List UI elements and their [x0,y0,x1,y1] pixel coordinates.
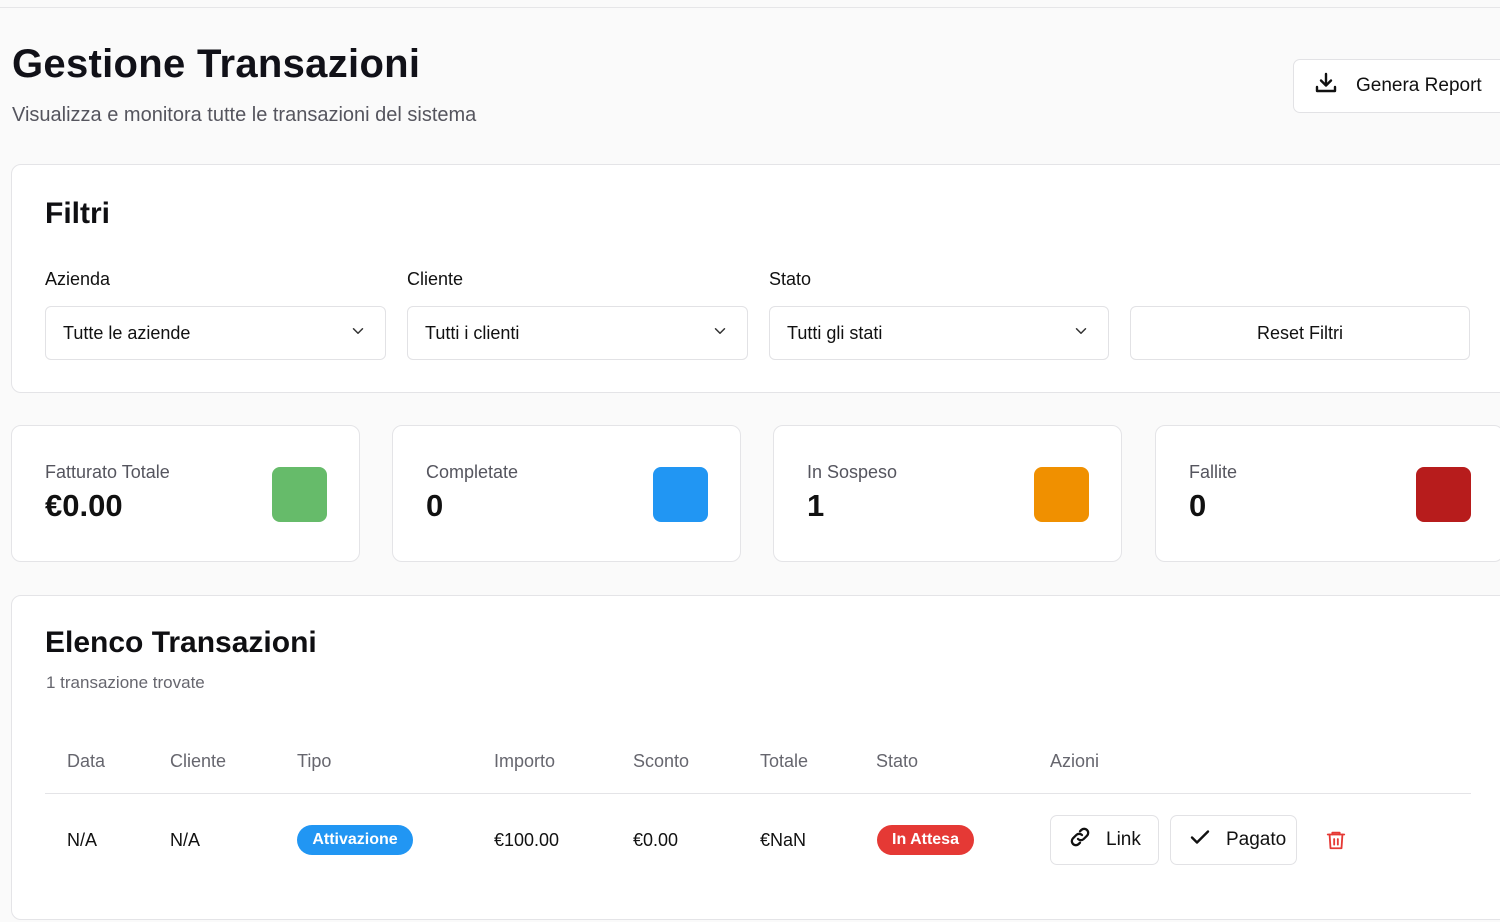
stat-value: €0.00 [45,488,123,523]
company-select[interactable]: Tutte le aziende [45,306,386,360]
chevron-down-icon [1072,322,1090,345]
stat-label: In Sospeso [807,462,898,482]
filters-card: Filtri Azienda Tutte le aziende Cliente … [11,164,1500,393]
column-header: Data [67,751,106,771]
transactions-card: Elenco Transazioni 1 transazione trovate… [11,595,1500,920]
stat-value: 0 [1189,488,1207,523]
chevron-down-icon [711,322,729,345]
link-icon [1068,825,1092,855]
stat-value: 1 [807,488,825,523]
cell-amount: €100.00 [494,830,560,850]
cell-discount: €0.00 [633,830,679,850]
stat-label: Completate [426,462,519,482]
client-select[interactable]: Tutti i clienti [407,306,748,360]
stat-label: Fatturato Totale [45,462,170,482]
transactions-title: Elenco Transazioni [45,626,317,659]
stat-color-box [653,467,708,522]
mark-paid-button[interactable]: Pagato [1170,815,1297,865]
mark-paid-label: Pagato [1226,829,1287,850]
company-filter-label: Azienda [45,269,111,289]
cell-client: N/A [170,830,201,850]
download-icon [1314,71,1338,101]
column-header: Totale [760,751,809,771]
table-header-divider [45,793,1471,794]
column-header: Sconto [633,751,690,771]
company-select-value: Tutte le aziende [63,322,191,343]
column-header: Tipo [297,751,332,771]
status-select[interactable]: Tutti gli stati [769,306,1109,360]
reset-filters-button[interactable]: Reset Filtri [1130,306,1470,360]
transactions-count: 1 transazione trovate [46,673,205,692]
filters-title: Filtri [45,197,110,230]
column-header: Azioni [1050,751,1100,771]
trash-icon[interactable] [1325,829,1347,851]
stat-label: Fallite [1189,462,1238,482]
stat-card-revenue: Fatturato Totale €0.00 [11,425,360,562]
chevron-down-icon [349,322,367,345]
stat-card-completed: Completate 0 [392,425,741,562]
column-header: Cliente [170,751,227,771]
stat-value: 0 [426,488,444,523]
stat-color-box [1416,467,1471,522]
cell-date: N/A [67,830,98,850]
check-icon [1188,825,1212,855]
link-button-label: Link [1106,829,1141,850]
generate-report-label: Genera Report [1356,75,1482,96]
link-button[interactable]: Link [1050,815,1159,865]
status-filter-label: Stato [769,269,812,289]
page-subtitle: Visualizza e monitora tutte le transazio… [12,104,477,126]
top-divider [0,7,1500,8]
stat-color-box [272,467,327,522]
stat-card-failed: Fallite 0 [1155,425,1500,562]
page-title: Gestione Transazioni [12,42,421,86]
client-filter-label: Cliente [407,269,464,289]
stat-color-box [1034,467,1089,522]
status-badge: In Attesa [877,825,974,855]
status-select-value: Tutti gli stati [787,322,883,343]
stat-card-pending: In Sospeso 1 [773,425,1122,562]
client-select-value: Tutti i clienti [425,322,520,343]
generate-report-button[interactable]: Genera Report [1293,59,1500,113]
type-badge: Attivazione [297,825,413,855]
column-header: Importo [494,751,556,771]
column-header: Stato [876,751,919,771]
cell-total: €NaN [760,830,807,850]
